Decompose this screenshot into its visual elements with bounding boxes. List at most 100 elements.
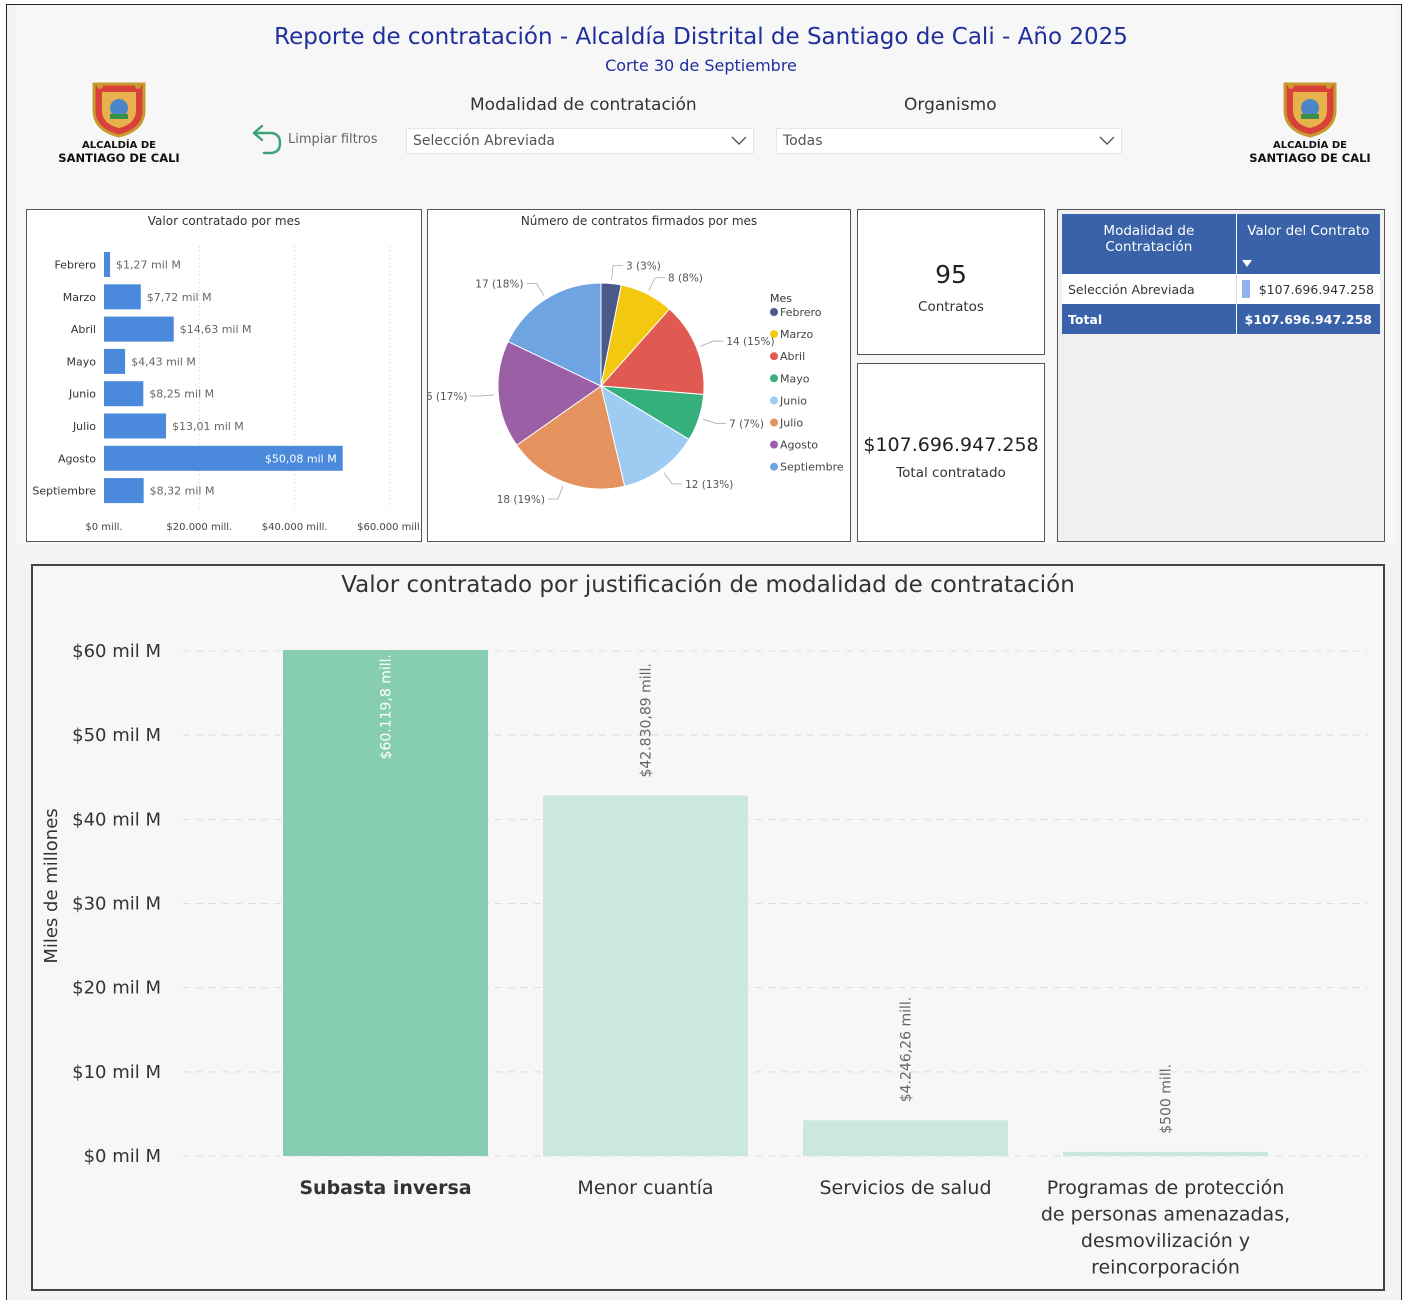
- bar: [543, 795, 748, 1156]
- legend-label: Febrero: [780, 306, 822, 319]
- contracts-count: 95: [935, 260, 967, 289]
- monthly-value-chart-card[interactable]: Valor contratado por mes $0 mill. $20.000…: [26, 209, 422, 542]
- clear-filters-button[interactable]: Limpiar filtros: [250, 122, 378, 156]
- coat-of-arms-icon: [92, 82, 146, 138]
- contracts-kpi-card: 95 Contratos: [857, 209, 1045, 355]
- legend-label: Junio: [779, 394, 807, 407]
- category-label: reincorporación: [1091, 1257, 1240, 1279]
- slice-label: 3 (3%): [626, 261, 661, 273]
- category-label: desmovilización y: [1081, 1230, 1250, 1252]
- x-tick-label: $20.000 mill.: [166, 522, 232, 533]
- leader-line: [547, 485, 564, 500]
- organismo-dropdown[interactable]: Todas: [776, 128, 1122, 154]
- legend-marker: [770, 462, 778, 471]
- slice-label: 16 (17%): [428, 391, 467, 403]
- x-tick-label: $60.000 mill.: [357, 522, 421, 533]
- justification-bar-chart: $0 mil M $10 mil M $20 mil M $30 mil M $40 m…: [41, 641, 1368, 1279]
- legend-label: Marzo: [780, 328, 814, 341]
- matrix-header-modalidad[interactable]: Modalidad de Contratación: [1062, 214, 1237, 274]
- monthly-contracts-chart-card[interactable]: Número de contratos firmados por mes 3 (…: [427, 209, 851, 542]
- bar: [104, 252, 111, 277]
- legend-label: Abril: [780, 350, 805, 363]
- legend-marker: [770, 418, 778, 427]
- total-contracted-value: $107.696.947.258: [863, 434, 1039, 456]
- legend-marker: [770, 330, 778, 339]
- matrix-row[interactable]: Selección Abreviada $107.696.947.258: [1062, 274, 1380, 304]
- leader-line: [700, 340, 724, 347]
- data-label: $14,63 mil M: [180, 323, 252, 336]
- data-label: $8,32 mil M: [150, 485, 215, 498]
- category-label: Subasta inversa: [299, 1177, 471, 1199]
- matrix-header-valor[interactable]: Valor del Contrato: [1236, 214, 1380, 274]
- slice-label: 12 (13%): [685, 479, 733, 491]
- coat-of-arms-icon: [1283, 82, 1337, 138]
- category-label: Abril: [71, 323, 96, 336]
- organismo-slicer-label: Organismo: [904, 95, 997, 115]
- bar: [104, 348, 126, 374]
- legend-marker: [770, 440, 778, 449]
- y-tick-label: $0 mil M: [84, 1146, 161, 1167]
- leader-line: [702, 418, 727, 424]
- monthly-value-chart: $0 mill. $20.000 mill. $40.000 mill. $60.00…: [32, 246, 421, 533]
- data-label: $1,27 mil M: [116, 259, 181, 272]
- data-label: $4,43 mil M: [131, 355, 196, 368]
- legend-label: Julio: [779, 417, 803, 430]
- data-bar: [1241, 280, 1250, 298]
- data-label: $50,08 mil M: [265, 452, 337, 465]
- sort-desc-icon: [1241, 260, 1252, 267]
- y-tick-label: $50 mil M: [72, 725, 161, 746]
- data-label: $8,25 mil M: [149, 388, 214, 401]
- modalidad-selected-value: Selección Abreviada: [413, 133, 555, 149]
- clear-filters-label: Limpiar filtros: [288, 131, 378, 147]
- logo-left: ALCALDÍA DE SANTIAGO DE CALI: [44, 80, 194, 180]
- matrix-total-row: Total $107.696.947.258: [1062, 304, 1380, 334]
- legend-marker: [770, 374, 778, 383]
- report-title: Reporte de contratación - Alcaldía Distr…: [274, 24, 1128, 50]
- data-label: $4.246,26 mill.: [899, 997, 915, 1102]
- category-label: Junio: [68, 388, 96, 401]
- legend-marker: [770, 308, 778, 316]
- y-tick-label: $40 mil M: [72, 809, 161, 830]
- bar: [104, 284, 141, 310]
- category-label: Programas de protección: [1047, 1177, 1285, 1199]
- slice-label: 17 (18%): [475, 279, 523, 291]
- bar: [104, 413, 167, 439]
- slice-label: 18 (19%): [497, 494, 545, 506]
- total-kpi-card: $107.696.947.258 Total contratado: [857, 363, 1045, 542]
- justification-chart-card[interactable]: Valor contratado por justificación de mo…: [31, 564, 1385, 1291]
- category-label: Servicios de salud: [819, 1177, 991, 1199]
- category-label: Marzo: [63, 291, 97, 304]
- bar: [104, 316, 174, 342]
- category-label: Febrero: [54, 259, 96, 272]
- modalidad-slicer-label: Modalidad de contratación: [470, 95, 697, 115]
- y-tick-label: $30 mil M: [72, 894, 161, 915]
- legend-title: Mes: [770, 292, 792, 305]
- matrix-card: Modalidad de Contratación Valor del Cont…: [1057, 209, 1385, 542]
- organismo-selected-value: Todas: [783, 133, 823, 149]
- bar: [1063, 1151, 1268, 1156]
- slice-label: 14 (15%): [726, 336, 774, 348]
- report-subtitle: Corte 30 de Septiembre: [605, 56, 797, 75]
- leader-line: [663, 472, 683, 485]
- data-label: $13,01 mil M: [172, 420, 244, 433]
- contracts-label: Contratos: [918, 299, 984, 315]
- category-label: Agosto: [58, 452, 96, 465]
- legend-label: Mayo: [780, 372, 810, 385]
- leader-line: [470, 394, 495, 397]
- undo-arrow-icon: [252, 124, 282, 155]
- y-axis-label: Miles de millones: [41, 808, 62, 963]
- y-tick-label: $10 mil M: [72, 1062, 161, 1083]
- matrix-total-value: $107.696.947.258: [1244, 311, 1372, 327]
- legend-marker: [770, 396, 778, 405]
- data-label: $60.119,8 mill.: [379, 654, 395, 759]
- leader-line: [611, 265, 623, 280]
- monthly-contracts-pie: 3 (3%) 8 (8%) 14 (15%) 7 (7%) 12 (13%) 18 (19…: [428, 261, 844, 506]
- y-tick-label: $20 mil M: [72, 978, 161, 999]
- modalidad-dropdown[interactable]: Selección Abreviada: [406, 128, 754, 154]
- legend-label: Agosto: [780, 439, 818, 452]
- bar: [104, 381, 144, 407]
- total-contracted-label: Total contratado: [896, 465, 1006, 481]
- x-tick-label: $40.000 mill.: [262, 522, 328, 533]
- matrix-cell-valor: $107.696.947.258: [1236, 274, 1380, 304]
- legend-label: Septiembre: [780, 461, 844, 474]
